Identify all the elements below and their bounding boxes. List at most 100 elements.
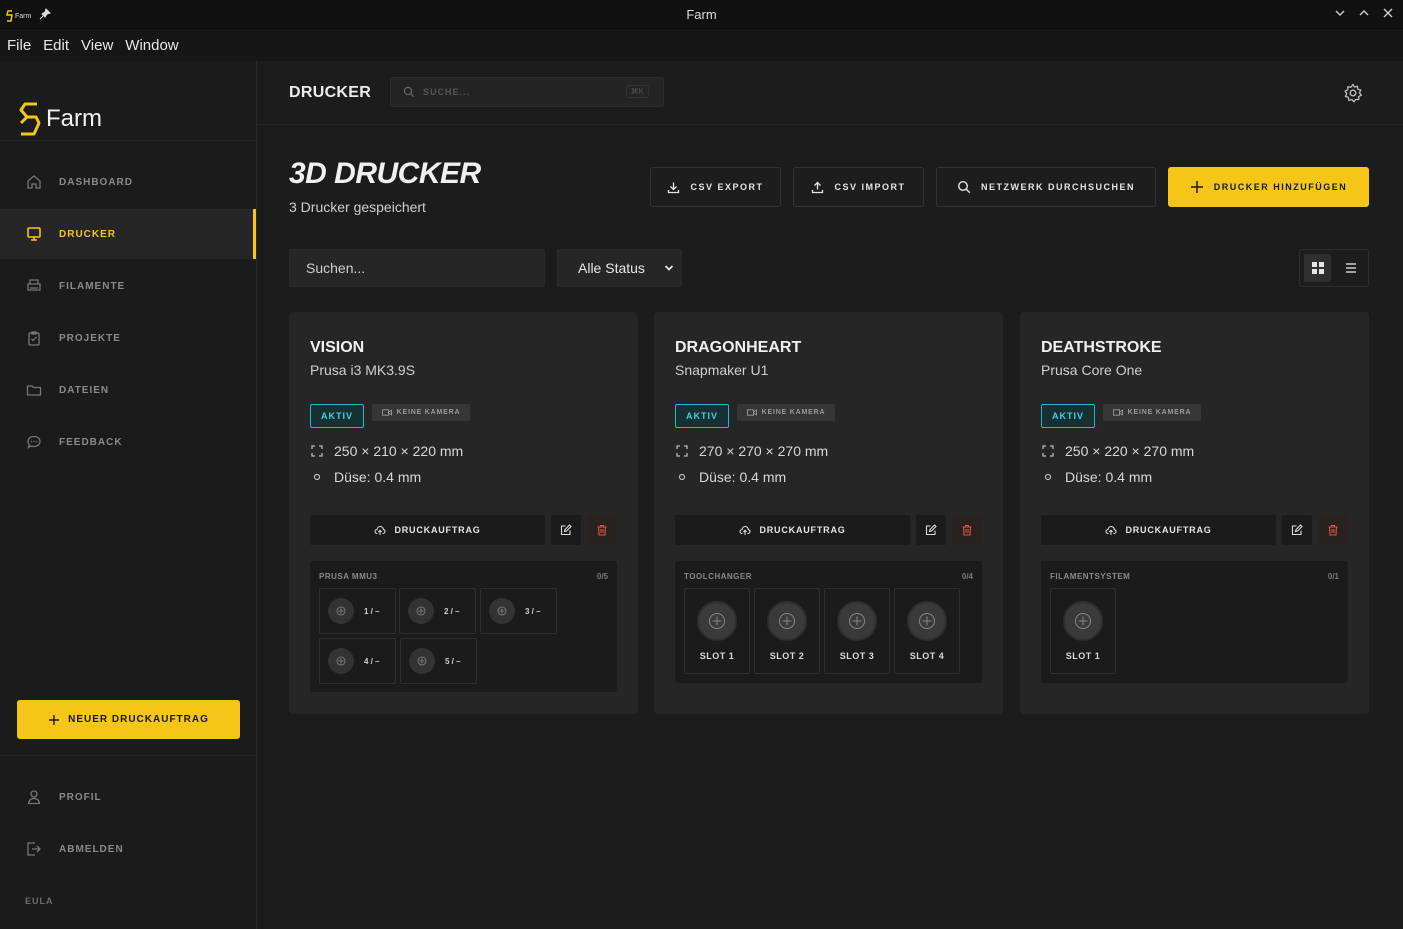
search-icon — [403, 86, 415, 98]
chevron-down-icon — [664, 265, 674, 271]
edit-icon — [925, 524, 937, 536]
delete-button[interactable] — [952, 515, 982, 545]
delete-button[interactable] — [1318, 515, 1348, 545]
filament-slot[interactable]: 5 / – — [400, 638, 477, 684]
menu-file[interactable]: File — [7, 37, 31, 54]
add-slot-icon — [697, 601, 737, 641]
logo[interactable]: Farm — [18, 101, 102, 137]
maximize-icon[interactable] — [1357, 6, 1371, 20]
folder-icon — [26, 385, 42, 396]
add-slot-icon — [837, 601, 877, 641]
sidebar-item-dateien[interactable]: DATEIEN — [0, 365, 256, 415]
trash-icon — [962, 524, 972, 536]
slot-label: SLOT 3 — [839, 651, 875, 661]
trash-icon — [597, 524, 607, 536]
shortcut-hint: ⌘K — [625, 85, 649, 98]
camera-icon — [1112, 409, 1123, 416]
sidebar-item-projekte[interactable]: PROJEKTE — [0, 313, 256, 363]
filament-slot[interactable]: SLOT 2 — [754, 588, 820, 674]
edit-icon — [560, 524, 572, 536]
sidebar-item-label: DASHBOARD — [59, 176, 133, 188]
printer-search-placeholder: Suchen... — [306, 260, 366, 276]
network-scan-button[interactable]: NETZWERK DURCHSUCHEN — [936, 167, 1156, 207]
printer-name: DRAGONHEART — [675, 339, 802, 356]
slot-label: SLOT 1 — [1065, 651, 1101, 661]
printer-model: Prusa Core One — [1041, 362, 1143, 378]
add-slot-icon — [489, 598, 515, 624]
delete-button[interactable] — [587, 515, 617, 545]
new-print-job-button[interactable]: NEUER DRUCKAUFTRAG — [17, 700, 240, 739]
print-job-button[interactable]: DRUCKAUFTRAG — [310, 515, 545, 545]
filament-system-count: 0/1 — [1327, 572, 1339, 581]
filament-slot[interactable]: SLOT 3 — [824, 588, 890, 674]
filament-slot[interactable]: 2 / – — [399, 588, 476, 634]
status-filter-select[interactable]: Alle Status — [557, 249, 682, 287]
window-title: Farm — [686, 6, 717, 22]
logo-text: Farm — [46, 105, 102, 132]
sidebar-item-feedback[interactable]: FEEDBACK — [0, 417, 256, 467]
csv-import-button[interactable]: CSV IMPORT — [793, 167, 924, 207]
pin-icon[interactable] — [39, 7, 52, 25]
download-icon — [668, 182, 680, 193]
edit-button[interactable] — [916, 515, 946, 545]
window-controls — [1333, 6, 1395, 20]
filament-system-name: FILAMENTSYSTEM — [1050, 572, 1131, 581]
gear-icon[interactable] — [1343, 83, 1363, 103]
sidebar-item-filamente[interactable]: FILAMENTE — [0, 261, 256, 311]
sidebar-item-profil[interactable]: PROFIL — [0, 772, 256, 822]
app-icon-text: Farm — [15, 12, 32, 20]
print-job-button[interactable]: DRUCKAUFTRAG — [1041, 515, 1276, 545]
search-placeholder: SUCHE... — [423, 87, 471, 97]
edit-icon — [1291, 524, 1303, 536]
minimize-icon[interactable] — [1333, 6, 1347, 20]
filament-slot[interactable]: SLOT 4 — [894, 588, 960, 674]
add-slot-icon — [409, 648, 435, 674]
edit-button[interactable] — [1282, 515, 1312, 545]
nozzle-size: Düse: 0.4 mm — [675, 469, 786, 485]
sidebar-item-drucker[interactable]: DRUCKER — [0, 209, 256, 259]
cloud-upload-icon — [1105, 525, 1117, 535]
filament-slot[interactable]: 3 / – — [480, 588, 557, 634]
status-filter-value: Alle Status — [578, 260, 645, 276]
print-job-button[interactable]: DRUCKAUFTRAG — [675, 515, 910, 545]
nozzle-size: Düse: 0.4 mm — [1041, 469, 1152, 485]
camera-badge-label: KEINE KAMERA — [1127, 409, 1192, 416]
menu-view[interactable]: View — [81, 37, 113, 54]
menu-window[interactable]: Window — [125, 37, 178, 54]
eula-link[interactable]: EULA — [25, 896, 54, 906]
add-slot-icon — [767, 601, 807, 641]
grid-view-button[interactable] — [1304, 254, 1331, 282]
camera-icon — [381, 409, 392, 416]
camera-badge: KEINE KAMERA — [1103, 404, 1201, 421]
top-bar: DRUCKER SUCHE... ⌘K — [257, 61, 1403, 125]
filament-slot[interactable]: SLOT 1 — [684, 588, 750, 674]
add-printer-button[interactable]: DRUCKER HINZUFÜGEN — [1168, 167, 1369, 207]
list-view-button[interactable] — [1337, 254, 1364, 282]
edit-button[interactable] — [551, 515, 581, 545]
nozzle-size-value: Düse: 0.4 mm — [334, 469, 422, 485]
logo-icon — [19, 102, 41, 136]
filament-slot[interactable]: SLOT 1 — [1050, 588, 1116, 674]
grid-icon — [1311, 262, 1324, 274]
build-volume-value: 250 × 210 × 220 mm — [334, 443, 464, 459]
camera-badge-label: KEINE KAMERA — [396, 409, 461, 416]
slot-label: 1 / – — [364, 606, 380, 616]
nozzle-dot-icon — [675, 470, 689, 484]
trash-icon — [1328, 524, 1338, 536]
monitor-icon — [27, 227, 41, 241]
filament-slot[interactable]: 4 / – — [319, 638, 396, 684]
close-icon[interactable] — [1381, 6, 1395, 20]
sidebar-item-abmelden[interactable]: ABMELDEN — [0, 824, 256, 874]
csv-export-button[interactable]: CSV EXPORT — [650, 167, 781, 207]
printer-name: DEATHSTROKE — [1041, 339, 1162, 356]
app-icon: Farm — [6, 10, 31, 22]
menubar: File Edit View Window — [0, 29, 1403, 61]
filament-system-panel: FILAMENTSYSTEM 0/1 SLOT 1 — [1041, 561, 1348, 683]
cloud-upload-icon — [374, 525, 386, 535]
global-search-input[interactable]: SUCHE... ⌘K — [390, 77, 664, 107]
filament-system-panel: TOOLCHANGER 0/4 SLOT 1 SLOT 2 SLOT 3 SLO… — [675, 561, 982, 683]
printer-search-input[interactable]: Suchen... — [289, 249, 545, 287]
sidebar-item-dashboard[interactable]: DASHBOARD — [0, 157, 256, 207]
filament-slot[interactable]: 1 / – — [319, 588, 396, 634]
menu-edit[interactable]: Edit — [43, 37, 69, 54]
